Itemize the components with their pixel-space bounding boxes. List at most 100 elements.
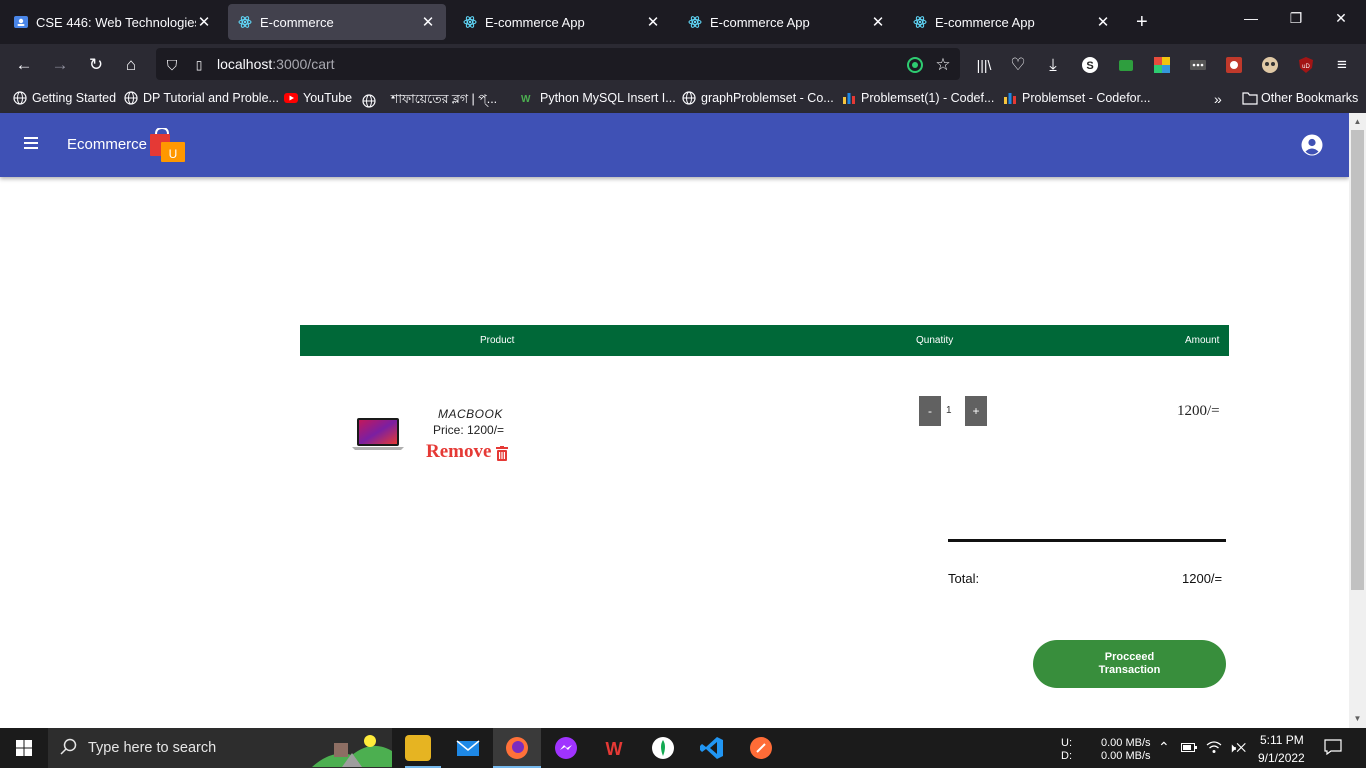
star-icon[interactable]: ☆	[931, 53, 955, 77]
header-amount: Amount	[1185, 335, 1220, 346]
library-icon[interactable]: |||\	[972, 53, 996, 77]
tab-ecommerce-app-2[interactable]: E-commerce App ✕	[678, 4, 896, 40]
bookmark-label: শাফায়েতের ব্লগ | প্...	[391, 92, 498, 106]
trash-icon	[496, 445, 509, 461]
bookmark-problemset[interactable]: Problemset - Codefor...	[1003, 91, 1151, 105]
total-value: 1200/=	[1182, 571, 1223, 586]
bookmark-graph-problemset[interactable]: graphProblemset - Co...	[682, 91, 834, 105]
globe-icon	[124, 91, 138, 105]
bookmark-label: DP Tutorial and Proble...	[143, 91, 279, 105]
search-placeholder: Type here to search	[88, 740, 217, 756]
search-highlight-illustration	[312, 729, 392, 767]
restore-icon[interactable]: ❐	[1286, 10, 1306, 27]
extension-s-icon[interactable]: S	[1078, 53, 1102, 77]
chevron-up-icon[interactable]: ⌃	[1158, 739, 1170, 756]
account-circle-icon[interactable]	[1301, 134, 1323, 156]
svg-text:S: S	[1086, 60, 1093, 72]
svg-text:uD: uD	[1302, 64, 1310, 70]
close-icon[interactable]: ✕	[645, 13, 661, 31]
brand-name[interactable]: Ecommerce	[67, 136, 147, 153]
extension-dots-icon[interactable]	[1186, 53, 1210, 77]
postman-icon[interactable]	[748, 735, 774, 761]
bookmark-label: Problemset(1) - Codef...	[861, 91, 995, 105]
bookmark-youtube[interactable]: YouTube	[284, 91, 352, 105]
quantity-value: 1	[946, 405, 952, 416]
youtube-icon	[284, 91, 298, 105]
chevron-right-icon[interactable]: »	[1214, 91, 1222, 107]
close-icon[interactable]: ✕	[196, 13, 212, 31]
ublock-icon[interactable]: uD	[1294, 53, 1318, 77]
scroll-down-icon[interactable]: ▼	[1351, 712, 1364, 726]
bookmark-label: Problemset - Codefor...	[1022, 91, 1151, 105]
forward-icon[interactable]: →	[48, 53, 72, 77]
total-divider	[948, 539, 1226, 542]
close-icon[interactable]: ✕	[870, 13, 886, 31]
home-icon[interactable]: ⌂	[119, 53, 143, 77]
pocket-icon[interactable]: ♡	[1006, 53, 1030, 77]
messenger-icon[interactable]	[553, 735, 579, 761]
extension-ring-icon[interactable]	[903, 53, 927, 77]
product-name: MACBOOK	[438, 407, 503, 421]
remove-label: Remove	[426, 441, 492, 462]
bookmark-dp-tutorial[interactable]: DP Tutorial and Proble...	[124, 91, 279, 105]
url-path: :3000/cart	[272, 56, 335, 72]
tab-ecommerce[interactable]: E-commerce ✕	[228, 4, 446, 40]
bookmark-label: Getting Started	[32, 91, 117, 105]
clock-date[interactable]: 9/1/2022	[1258, 751, 1305, 765]
windows-start-icon[interactable]	[16, 740, 32, 756]
bookmark-getting-started[interactable]: Getting Started	[13, 91, 116, 105]
bookmark-python-mysql[interactable]: W Python MySQL Insert I...	[521, 91, 676, 105]
close-window-icon[interactable]: ✕	[1331, 10, 1351, 27]
back-icon[interactable]: ←	[12, 53, 36, 77]
clock-time[interactable]: 5:11 PM	[1260, 733, 1304, 747]
url-text[interactable]: localhost:3000/cart	[217, 56, 335, 72]
net-down-label: D:	[1061, 750, 1072, 762]
proceed-transaction-button[interactable]: Procceed Transaction	[1033, 640, 1226, 688]
svg-text:U: U	[169, 147, 178, 161]
shopping-bag-logo: U	[149, 126, 187, 162]
bookmark-shafayet-blog[interactable]: শাফায়েতের ব্লগ | প্...	[362, 91, 497, 111]
download-icon[interactable]: ⤓	[1041, 53, 1065, 77]
react-icon	[688, 15, 702, 29]
react-icon	[238, 15, 252, 29]
scroll-thumb[interactable]	[1351, 130, 1364, 590]
reload-icon[interactable]: ↻	[84, 53, 108, 77]
extension-red-icon[interactable]	[1222, 53, 1246, 77]
cart-table-header: Product Qunatity Amount	[300, 325, 1229, 356]
vscode-icon[interactable]	[699, 735, 725, 761]
other-bookmarks[interactable]: Other Bookmarks	[1242, 91, 1358, 105]
codeforces-icon	[1003, 91, 1017, 105]
extension-green-icon[interactable]	[1114, 53, 1138, 77]
extension-face-icon[interactable]	[1258, 53, 1282, 77]
volume-muted-icon[interactable]: 🕨✕	[1228, 740, 1246, 756]
tab-ecommerce-app-1[interactable]: E-commerce App ✕	[453, 4, 671, 40]
shield-icon[interactable]: ⛉	[160, 53, 184, 77]
wps-office-icon[interactable]: W	[601, 735, 627, 761]
wifi-icon[interactable]	[1206, 740, 1222, 757]
increase-quantity-button[interactable]: +	[965, 396, 987, 426]
new-tab-button[interactable]: +	[1136, 10, 1148, 34]
folder-icon	[1242, 91, 1258, 105]
globe-icon	[362, 94, 376, 108]
product-price: Price: 1200/=	[433, 423, 505, 437]
minimize-icon[interactable]: —	[1241, 10, 1261, 26]
firefox-icon[interactable]	[504, 735, 530, 761]
mongodb-compass-icon[interactable]	[650, 735, 676, 761]
remove-button[interactable]: Remove	[426, 441, 509, 463]
proceed-line-1: Procceed	[1104, 651, 1155, 663]
react-icon	[913, 15, 927, 29]
decrease-quantity-button[interactable]: -	[919, 396, 941, 426]
bookmark-problemset-1[interactable]: Problemset(1) - Codef...	[842, 91, 994, 105]
hamburger-menu-icon[interactable]: ≡	[1330, 53, 1354, 77]
extension-color-icon[interactable]	[1150, 53, 1174, 77]
menu-icon[interactable]	[24, 137, 38, 149]
tab-cse446[interactable]: CSE 446: Web Technologies ✕	[4, 4, 222, 40]
battery-icon[interactable]	[1181, 741, 1197, 756]
mail-icon[interactable]	[455, 735, 481, 761]
notification-icon[interactable]	[1324, 739, 1342, 758]
close-icon[interactable]: ✕	[1095, 13, 1111, 31]
close-icon[interactable]: ✕	[420, 13, 436, 31]
scroll-up-icon[interactable]: ▲	[1351, 115, 1364, 129]
file-explorer-icon[interactable]	[405, 735, 431, 761]
tab-ecommerce-app-3[interactable]: E-commerce App ✕	[903, 4, 1121, 40]
